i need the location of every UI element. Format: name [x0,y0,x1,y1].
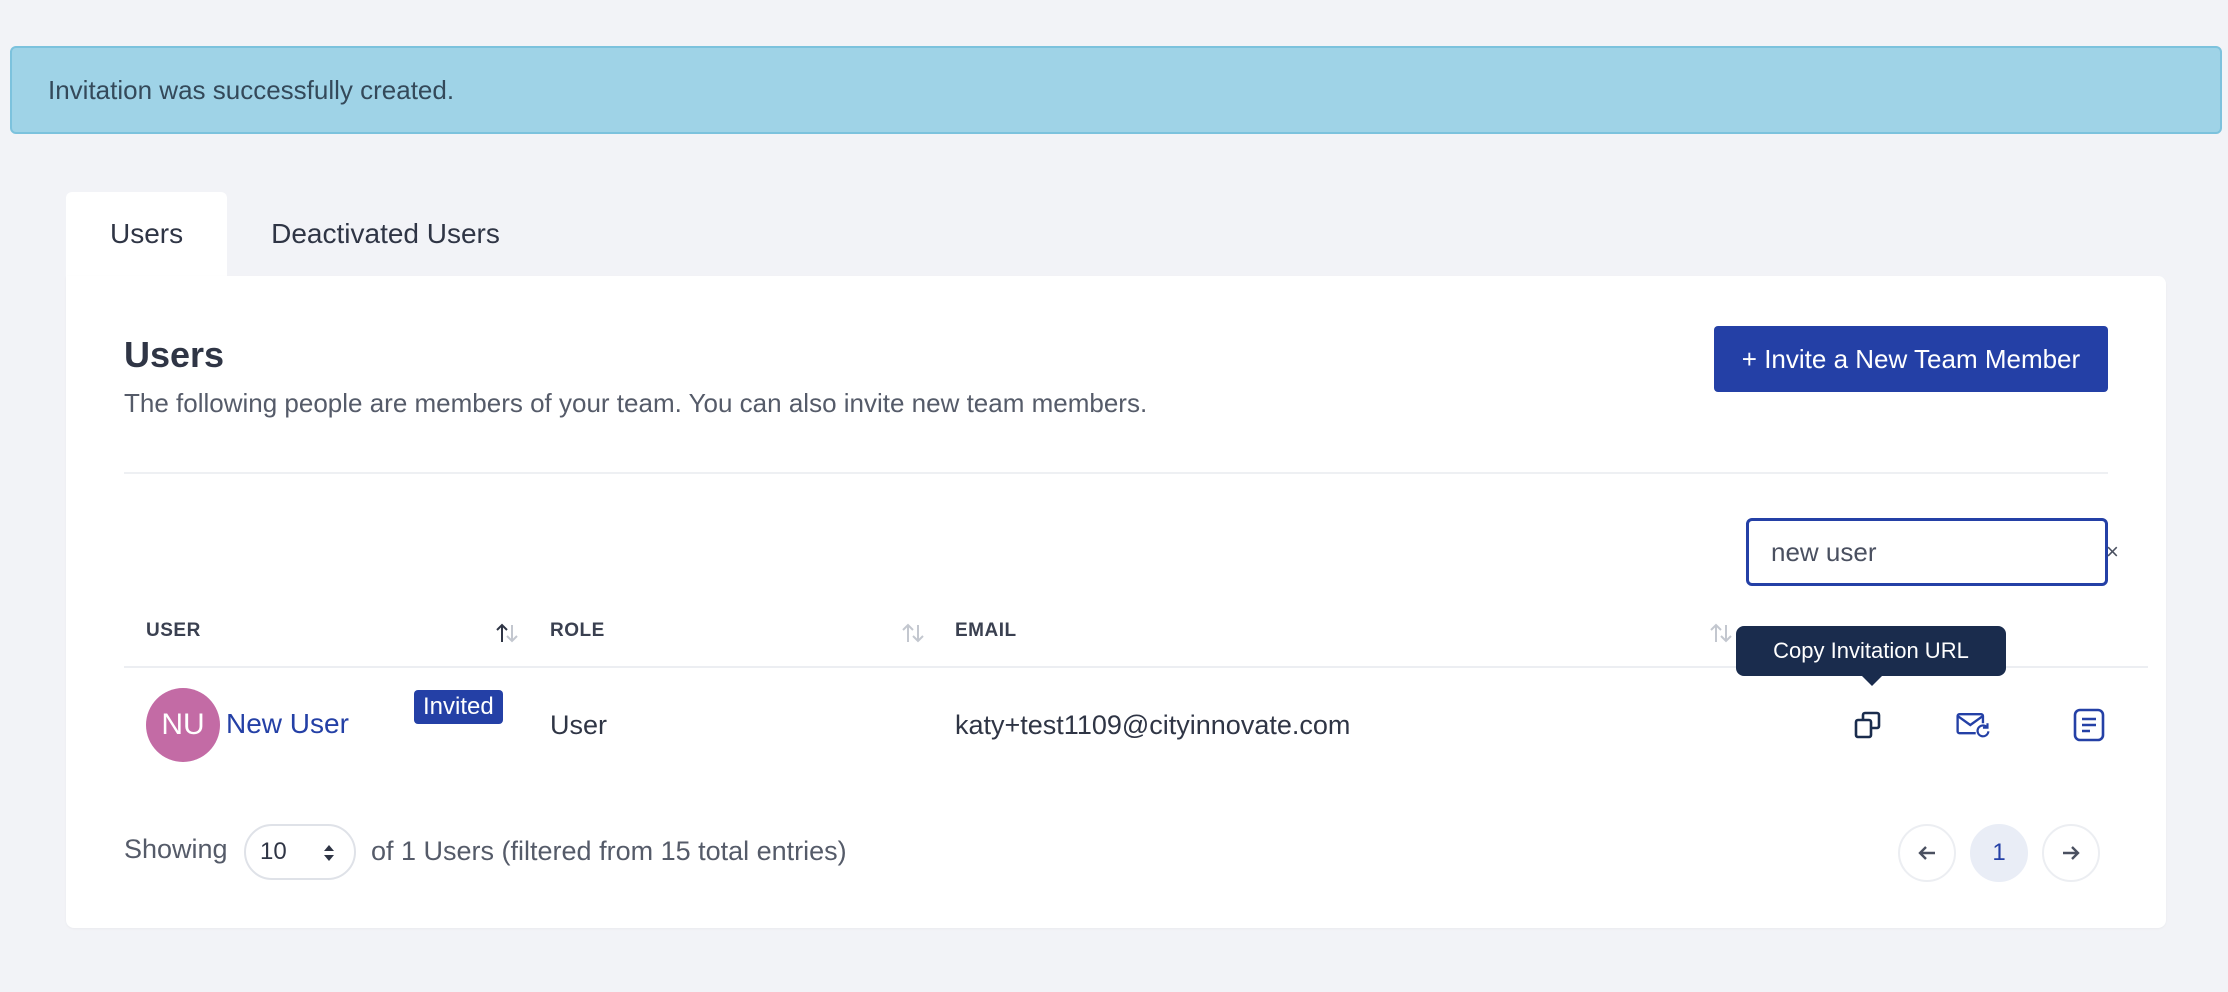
tab-bar: Users Deactivated Users [66,192,544,276]
page-size-select[interactable]: 10 [244,824,356,880]
tab-deactivated-users[interactable]: Deactivated Users [227,192,544,276]
arrow-right-icon [2063,846,2080,860]
user-email: katy+test1109@cityinnovate.com [955,710,1351,740]
avatar: NU [146,688,220,762]
invite-team-member-button[interactable]: + Invite a New Team Member [1714,326,2108,392]
page-button-current[interactable]: 1 [1970,824,2028,882]
results-summary: of 1 Users (filtered from 15 total entri… [371,836,847,866]
search-input[interactable] [1749,521,2106,583]
arrow-left-icon [1918,846,1935,860]
tab-users[interactable]: Users [66,192,228,276]
sort-ascending-icon[interactable] [494,622,520,644]
copy-invitation-url-tooltip: Copy Invitation URL [1736,626,2006,686]
column-header-email[interactable]: EMAIL [955,620,1017,642]
users-card: Users The following people are members o… [66,276,2166,928]
status-badge: Invited [414,690,503,724]
previous-page-button[interactable] [1898,824,1956,882]
user-name-link[interactable]: New User [226,708,349,740]
divider [124,472,2108,474]
copy-icon[interactable] [1850,706,1888,744]
clear-search-icon[interactable]: × [2106,539,2119,565]
success-alert: Invitation was successfully created. [10,46,2222,134]
page-size-value: 10 [260,838,287,865]
mail-resend-icon[interactable] [1954,706,1992,744]
sort-icon[interactable] [900,622,926,644]
search-field: × [1746,518,2119,586]
page-subtitle: The following people are members of your… [124,388,1148,418]
user-role: User [550,710,608,740]
next-page-button[interactable] [2042,824,2100,882]
select-arrows-icon [324,845,334,861]
alert-message: Invitation was successfully created. [48,74,455,105]
document-icon[interactable] [2070,706,2108,744]
page-title: Users [124,334,225,375]
showing-label: Showing [124,834,228,864]
column-header-user[interactable]: USER [146,620,201,642]
column-header-role[interactable]: ROLE [550,620,605,642]
sort-icon[interactable] [1708,622,1734,644]
